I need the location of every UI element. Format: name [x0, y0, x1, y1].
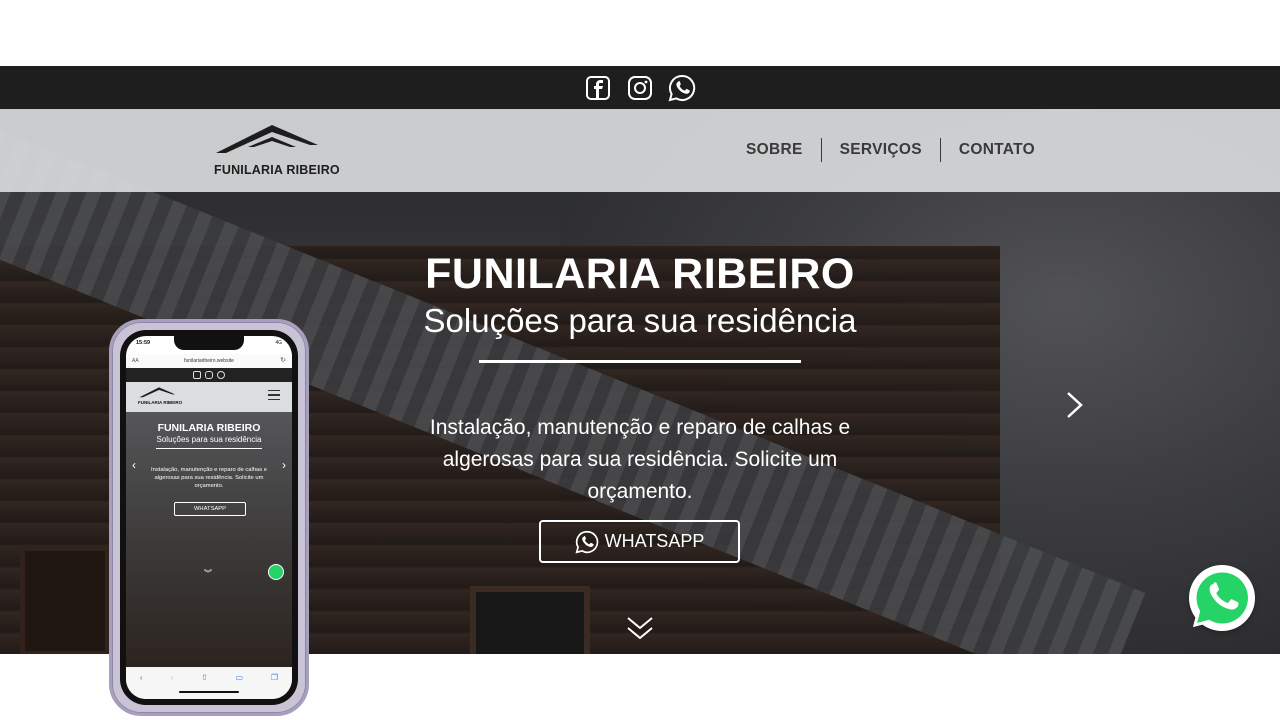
- hero-divider: [479, 360, 801, 363]
- whatsapp-float-button[interactable]: [1189, 565, 1255, 631]
- chevron-left-icon: ‹: [132, 458, 136, 472]
- facebook-icon[interactable]: [584, 74, 612, 102]
- landing-page: FUNILARIA RIBEIRO SOBRE SERVIÇOS CONTATO…: [0, 0, 1280, 720]
- phone-mockup: 15:59 4G AA funilariaribeiro.website ↻ F…: [109, 319, 309, 716]
- phone-hero-title: FUNILARIA RIBEIRO: [157, 422, 261, 434]
- phone-url-bar: AA funilariaribeiro.website ↻: [126, 354, 292, 368]
- whatsapp-button[interactable]: WHATSAPP: [539, 520, 740, 563]
- nav-item-contato[interactable]: CONTATO: [941, 138, 1053, 162]
- phone-time: 15:59: [136, 340, 151, 346]
- phone-hero: [126, 412, 292, 667]
- phone-signal: 4G: [275, 340, 282, 346]
- brand-logo[interactable]: FUNILARIA RIBEIRO: [214, 121, 354, 181]
- house-roof-icon: [216, 125, 318, 153]
- phone-social-bar: [126, 368, 292, 382]
- phone-hero-subtitle: Soluções para sua residência: [156, 435, 262, 444]
- logo-text: FUNILARIA RIBEIRO: [214, 163, 340, 177]
- house-roof-icon: [139, 387, 176, 398]
- bookmarks-icon: ▭: [235, 673, 244, 682]
- phone-text-size: AA: [132, 358, 139, 364]
- instagram-icon: [205, 371, 213, 379]
- whatsapp-icon: [1192, 569, 1251, 628]
- phone-notch: [174, 336, 244, 350]
- social-bar: [0, 66, 1280, 109]
- phone-logo-text: FUNILARIA RIBEIRO: [138, 400, 183, 405]
- forward-icon: ›: [170, 673, 174, 682]
- whatsapp-button-label: WHATSAPP: [604, 531, 705, 551]
- whatsapp-icon: [268, 564, 284, 580]
- phone-hero-description: Instalação, manutenção e reparo de calha…: [150, 467, 267, 489]
- share-icon: ⇧: [200, 673, 208, 682]
- phone-frame: 15:59 4G AA funilariaribeiro.website ↻ F…: [120, 330, 298, 705]
- whatsapp-icon: [575, 530, 598, 553]
- back-icon: ‹: [139, 673, 143, 682]
- tabs-icon: ❐: [270, 673, 279, 682]
- phone-whatsapp-button: WHATSAPP: [174, 502, 246, 516]
- navbar: FUNILARIA RIBEIRO SOBRE SERVIÇOS CONTATO: [0, 109, 1280, 192]
- hero-description: Instalação, manutenção e reparo de calha…: [429, 416, 851, 503]
- instagram-icon[interactable]: [626, 74, 654, 102]
- phone-url: funilariaribeiro.website: [184, 358, 234, 364]
- hamburger-menu-icon: [268, 390, 280, 400]
- chevron-double-down-icon[interactable]: [626, 614, 654, 642]
- facebook-icon: [193, 371, 201, 379]
- phone-hero-divider: [156, 448, 262, 449]
- phone-browser-toolbar: ‹ › ⇧ ▭ ❐: [126, 667, 292, 699]
- hero-title: FUNILARIA RIBEIRO: [425, 250, 855, 298]
- whatsapp-icon[interactable]: [668, 74, 696, 102]
- nav-item-sobre[interactable]: SOBRE: [728, 138, 821, 162]
- whatsapp-icon: [217, 371, 225, 379]
- reload-icon: ↻: [280, 357, 286, 364]
- nav-item-servicos[interactable]: SERVIÇOS: [822, 138, 940, 162]
- home-indicator: [179, 691, 239, 693]
- phone-navbar: FUNILARIA RIBEIRO: [126, 382, 292, 412]
- chevron-right-icon: ›: [282, 458, 286, 472]
- chevron-double-down-icon: ︾: [204, 569, 212, 578]
- chevron-right-icon[interactable]: [1064, 390, 1086, 420]
- main-nav: SOBRE SERVIÇOS CONTATO: [728, 138, 1053, 162]
- phone-screen: 15:59 4G AA funilariaribeiro.website ↻ F…: [126, 336, 292, 699]
